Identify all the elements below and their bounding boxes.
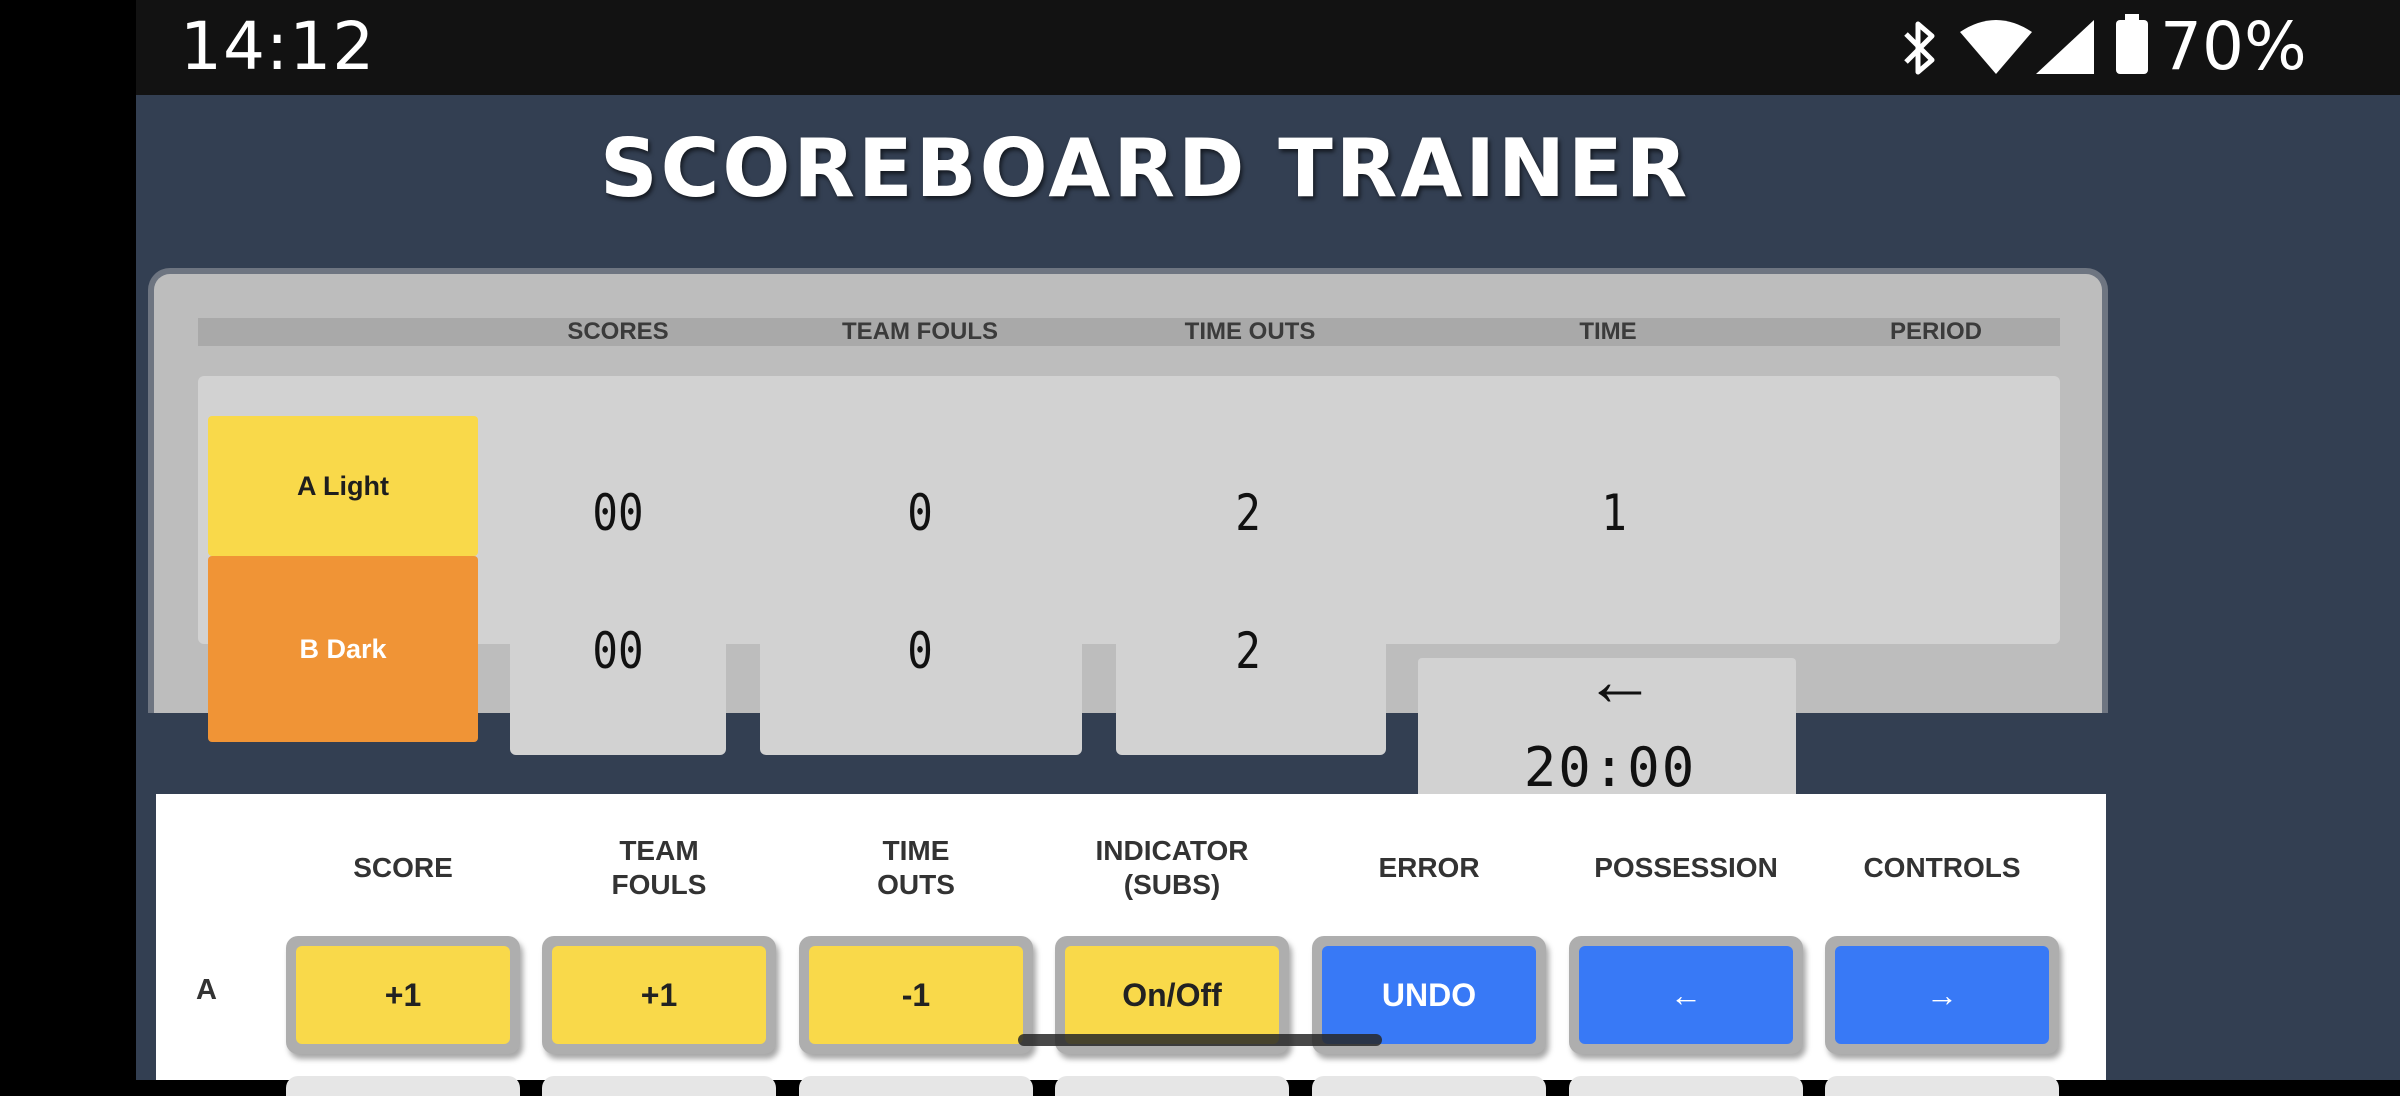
navigation-handle[interactable] (1018, 1034, 1382, 1046)
team-a-fouls: 0 (907, 484, 933, 542)
team-b-label: B Dark (208, 556, 478, 742)
col-header-time-outs: TIME OUTS (877, 835, 955, 900)
col-header-error: ERROR (1378, 852, 1480, 883)
team-a-timeout-minus-one-button[interactable]: -1 (799, 936, 1033, 1054)
header-period: PERIOD (1889, 318, 1982, 345)
col-header-controls: CONTROLS (1863, 852, 2021, 883)
header-team-fouls: TEAM FOULS (842, 318, 998, 345)
header-scores: SCORES (567, 318, 669, 345)
row-b-button-edge[interactable] (1055, 1076, 1289, 1096)
status-time: 14:12 (180, 8, 376, 85)
header-time-outs: TIME OUTS (1184, 318, 1316, 345)
bluetooth-icon (1904, 21, 1935, 75)
team-b-score: 00 (592, 622, 644, 680)
row-b-button-edge[interactable] (1569, 1076, 1803, 1096)
team-b-fouls: 0 (907, 622, 933, 680)
team-b-time-outs: 2 (1235, 622, 1261, 680)
wifi-icon (1960, 20, 2032, 74)
row-a-label: A (196, 974, 217, 1006)
scoreboard-header-strip (198, 318, 2060, 346)
row-b-button-edge[interactable] (1825, 1076, 2059, 1096)
app-title: SCOREBOARD TRAINER (600, 122, 1691, 215)
team-a-foul-plus-one-button[interactable]: +1 (542, 936, 776, 1054)
col-header-team-fouls: TEAM FOULS (611, 835, 707, 900)
header-time: TIME (1579, 318, 1637, 345)
controls-right-button[interactable]: → (1825, 936, 2059, 1054)
possession-arrow-indicator: ← (1584, 641, 1656, 721)
row-b-button-edge[interactable] (799, 1076, 1033, 1096)
cellular-signal-icon (2036, 20, 2094, 74)
possession-left-button[interactable]: ← (1569, 936, 1803, 1054)
battery-percentage: 70% (2160, 8, 2307, 85)
row-b-button-edge[interactable] (1312, 1076, 1546, 1096)
row-b-button-edge[interactable] (286, 1076, 520, 1096)
team-a-score: 00 (592, 484, 644, 542)
game-clock: 20:00 (1523, 736, 1697, 799)
col-header-score: SCORE (353, 852, 453, 883)
row-b-button-edge[interactable] (542, 1076, 776, 1096)
col-header-possession: POSSESSION (1594, 852, 1778, 883)
period-value: 1 (1601, 484, 1627, 542)
team-a-label: A Light (208, 416, 478, 556)
col-header-indicator: INDICATOR (SUBS) (1095, 835, 1249, 900)
team-a-score-plus-one-button[interactable]: +1 (286, 936, 520, 1054)
team-a-time-outs: 2 (1235, 484, 1261, 542)
battery-icon (2116, 14, 2148, 74)
